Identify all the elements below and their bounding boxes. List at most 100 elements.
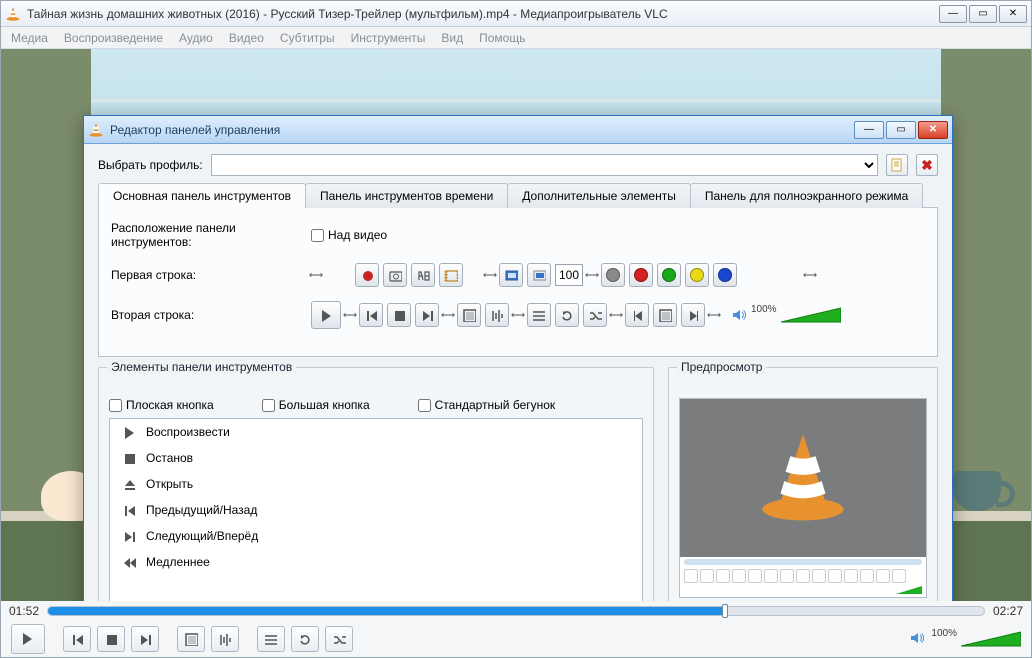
play-icon [120, 425, 138, 439]
preview-seekbar [684, 559, 922, 565]
prev-button[interactable] [63, 626, 91, 652]
menu-help[interactable]: Помощь [479, 31, 525, 45]
profile-delete-button[interactable]: ✖ [916, 154, 938, 176]
tab-time-toolbar[interactable]: Панель инструментов времени [305, 183, 508, 208]
color-green[interactable] [657, 263, 681, 287]
loop-button[interactable] [555, 303, 579, 327]
vlc-cone-icon [753, 428, 853, 528]
tab-panel-main: Расположение панели инструментов: Над ви… [98, 208, 938, 357]
titlebar: Тайная жизнь домашних животных (2016) - … [1, 1, 1031, 27]
expander-icon[interactable] [709, 309, 719, 321]
close-button[interactable]: ✕ [999, 5, 1027, 23]
step-back-button[interactable] [625, 303, 649, 327]
vlc-icon [88, 122, 104, 138]
above-video-label: Над видео [328, 228, 387, 242]
expander-icon[interactable] [805, 269, 815, 281]
minimize-button[interactable]: — [939, 5, 967, 23]
color-yellow[interactable] [685, 263, 709, 287]
menu-view[interactable]: Вид [441, 31, 463, 45]
fullscreen-button[interactable] [177, 626, 205, 652]
vlc-icon [5, 6, 21, 22]
eq-button[interactable] [485, 303, 509, 327]
elements-list[interactable]: Воспроизвести Останов Открыть Предыдущий… [109, 418, 643, 601]
main-window: Тайная жизнь домашних животных (2016) - … [0, 0, 1032, 658]
eject-icon [120, 477, 138, 491]
expander-icon[interactable] [611, 309, 621, 321]
profile-new-button[interactable] [886, 154, 908, 176]
maximize-button[interactable]: ▭ [969, 5, 997, 23]
next-button[interactable] [415, 303, 439, 327]
window-title: Тайная жизнь домашних животных (2016) - … [27, 7, 933, 21]
menu-media[interactable]: Медиа [11, 31, 48, 45]
zoom-field[interactable] [555, 264, 583, 286]
step-fwd-button[interactable] [681, 303, 705, 327]
loop-button[interactable] [291, 626, 319, 652]
record-button[interactable] [355, 263, 379, 287]
dialog-minimize-button[interactable]: — [854, 121, 884, 139]
shuffle-button[interactable] [325, 626, 353, 652]
playlist-button[interactable] [257, 626, 285, 652]
volume-label: 100% [751, 304, 777, 315]
video-area: Редактор панелей управления — ▭ ✕ Выбрат… [1, 49, 1031, 601]
expander-icon[interactable] [587, 269, 597, 281]
expander-icon[interactable] [311, 269, 321, 281]
shuffle-button[interactable] [583, 303, 607, 327]
big-button-checkbox[interactable]: Большая кнопка [262, 398, 370, 412]
preview-controls [680, 567, 926, 597]
play-button[interactable] [311, 301, 341, 329]
snapshot-button[interactable] [383, 263, 407, 287]
speaker-icon[interactable] [909, 630, 927, 648]
dialog-close-button[interactable]: ✕ [918, 121, 948, 139]
menu-tools[interactable]: Инструменты [351, 31, 426, 45]
next-button[interactable] [131, 626, 159, 652]
expander-icon[interactable] [513, 309, 523, 321]
row2-strip[interactable]: 100% [311, 301, 841, 329]
above-video-checkbox[interactable]: Над видео [311, 228, 387, 242]
next-icon [120, 529, 138, 543]
seekbar-row: 01:52 02:27 [1, 601, 1031, 621]
dialog-maximize-button[interactable]: ▭ [886, 121, 916, 139]
color-blue[interactable] [713, 263, 737, 287]
profile-select[interactable] [211, 154, 878, 176]
dialog-title: Редактор панелей управления [110, 123, 848, 137]
tab-fullscreen-panel[interactable]: Панель для полноэкранного режима [690, 183, 923, 208]
std-slider-checkbox[interactable]: Стандартный бегунок [418, 398, 556, 412]
list-item: Предыдущий/Назад [110, 497, 642, 523]
tab-main-toolbar[interactable]: Основная панель инструментов [98, 183, 306, 208]
menu-playback[interactable]: Воспроизведение [64, 31, 163, 45]
row1-label: Первая строка: [111, 268, 301, 282]
expander-icon[interactable] [485, 269, 495, 281]
aspect1-button[interactable] [499, 263, 523, 287]
row1-strip[interactable] [311, 263, 815, 287]
stop-button[interactable] [387, 303, 411, 327]
list-item: Медленнее [110, 549, 642, 575]
row2-label: Вторая строка: [111, 308, 301, 322]
color-red[interactable] [629, 263, 653, 287]
stop-button[interactable] [97, 626, 125, 652]
expander-icon[interactable] [443, 309, 453, 321]
volume-slider[interactable] [781, 306, 841, 324]
aspect2-button[interactable] [527, 263, 551, 287]
menu-video[interactable]: Видео [229, 31, 264, 45]
atob-button[interactable] [411, 263, 435, 287]
seekbar[interactable] [47, 606, 985, 616]
play-button[interactable] [11, 624, 45, 654]
color-grey[interactable] [601, 263, 625, 287]
list-item: Останов [110, 445, 642, 471]
expander-icon[interactable] [345, 309, 355, 321]
menu-subtitles[interactable]: Субтитры [280, 31, 335, 45]
prev-button[interactable] [359, 303, 383, 327]
eq-button[interactable] [211, 626, 239, 652]
playlist-button[interactable] [527, 303, 551, 327]
volume-slider[interactable] [961, 630, 1021, 648]
list-item: Следующий/Вперёд [110, 523, 642, 549]
chapter-button[interactable] [653, 303, 677, 327]
frame-button[interactable] [439, 263, 463, 287]
list-item: Воспроизвести [110, 419, 642, 445]
tab-extra-elements[interactable]: Дополнительные элементы [507, 183, 691, 208]
elements-legend: Элементы панели инструментов [107, 360, 296, 374]
fullscreen-button[interactable] [457, 303, 481, 327]
flat-button-checkbox[interactable]: Плоская кнопка [109, 398, 214, 412]
profile-label: Выбрать профиль: [98, 158, 203, 172]
menu-audio[interactable]: Аудио [179, 31, 213, 45]
